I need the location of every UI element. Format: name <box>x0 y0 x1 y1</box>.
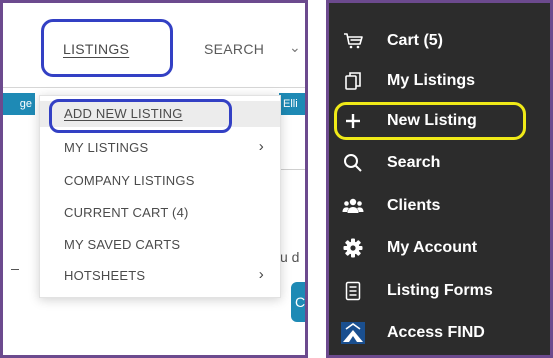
dropdown-item-hotsheets[interactable]: HOTSHEETS › <box>40 263 280 289</box>
dropdown-item-company-listings[interactable]: COMPANY LISTINGS <box>40 168 280 194</box>
menu-item-listing-forms[interactable]: Listing Forms <box>329 271 550 311</box>
sidebar-menu-panel: Cart (5) My Listings New Listing Search <box>326 0 553 358</box>
menu-item-label: Cart (5) <box>387 32 444 49</box>
background-text: u d <box>280 249 300 265</box>
dropdown-item-label: CURRENT CART (4) <box>64 205 189 220</box>
dropdown-item-label: MY SAVED CARTS <box>64 237 181 252</box>
background-button-label: C <box>295 294 306 310</box>
listings-menu-panel: LISTINGS SEARCH ⌄ ge Elli u d C ADD NEW … <box>0 0 308 358</box>
chevron-right-icon: › <box>258 138 264 155</box>
dropdown-item-my-listings[interactable]: MY LISTINGS › <box>40 135 280 161</box>
menu-item-label: My Listings <box>387 72 476 89</box>
search-icon <box>341 151 365 175</box>
menu-item-label: My Account <box>387 239 478 256</box>
background-strip-left: ge <box>3 93 35 115</box>
nav-search-link[interactable]: SEARCH <box>204 41 264 57</box>
menu-item-label: Search <box>387 154 441 171</box>
menu-item-clients[interactable]: Clients <box>329 186 550 226</box>
menu-item-cart[interactable]: Cart (5) <box>329 21 550 61</box>
users-icon <box>341 194 365 218</box>
menu-item-search[interactable]: Search <box>329 143 550 183</box>
background-button[interactable]: C <box>291 282 306 322</box>
background-strip-right: Elli <box>279 93 305 115</box>
menu-item-label: Access FIND <box>387 324 485 341</box>
chevron-right-icon: › <box>258 266 264 283</box>
add-new-listing-highlight-ring <box>49 99 232 133</box>
menu-item-label: Listing Forms <box>387 282 493 299</box>
background-divider <box>279 169 305 170</box>
dropdown-item-my-saved-carts[interactable]: MY SAVED CARTS <box>40 232 280 258</box>
dropdown-item-current-cart[interactable]: CURRENT CART (4) <box>40 200 280 226</box>
new-listing-highlight-ring <box>334 102 526 140</box>
background-dash <box>11 269 19 270</box>
menu-item-my-listings[interactable]: My Listings <box>329 61 550 101</box>
cart-icon <box>341 29 365 53</box>
dropdown-item-label: COMPANY LISTINGS <box>64 173 195 188</box>
background-strip-left-text: ge <box>19 98 32 110</box>
document-icon <box>341 279 365 303</box>
menu-item-label: Clients <box>387 197 441 214</box>
listings-highlight-ring <box>41 19 173 77</box>
dropdown-item-label: HOTSHEETS <box>64 268 146 283</box>
background-strip-right-text: Elli <box>283 98 298 110</box>
find-logo-icon <box>341 321 365 345</box>
dropdown-item-label: MY LISTINGS <box>64 140 149 155</box>
copy-icon <box>341 69 365 93</box>
chevron-down-icon: ⌄ <box>289 39 301 55</box>
menu-item-access-find[interactable]: Access FIND <box>329 313 550 353</box>
menu-item-my-account[interactable]: My Account <box>329 228 550 268</box>
gear-icon <box>341 236 365 260</box>
